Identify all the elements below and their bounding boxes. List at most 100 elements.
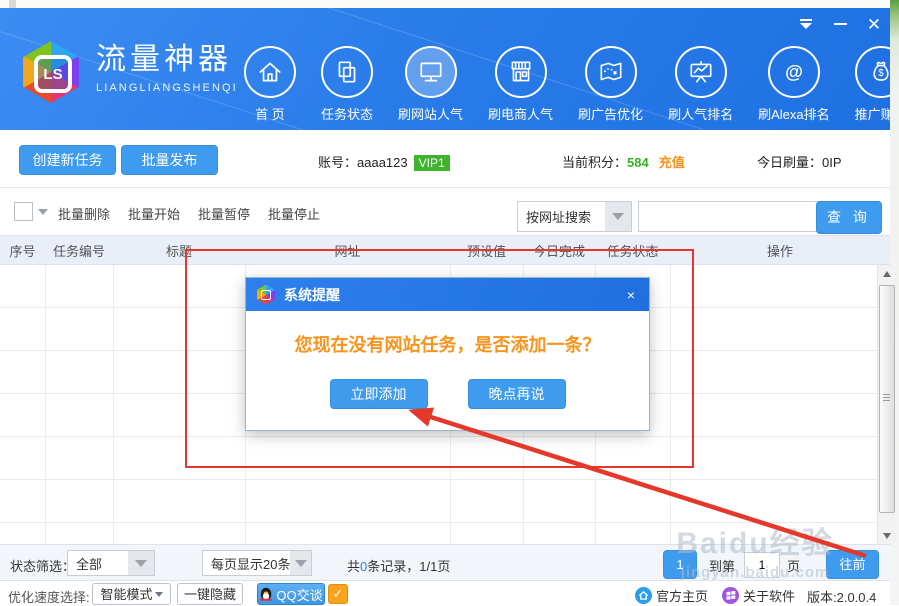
scrollbar-grip-icon — [883, 394, 890, 402]
alexa-at-icon: @ — [780, 58, 808, 86]
page-size-select[interactable]: 每页显示20条 — [202, 550, 312, 576]
chevron-down-icon — [128, 551, 154, 575]
dialog-title: 系统提醒 — [284, 285, 340, 305]
column-header-actions[interactable]: 操作 — [670, 241, 890, 260]
minimize-button[interactable] — [828, 14, 852, 34]
nav-item-ad-optimize[interactable]: 刷广告优化 — [578, 46, 643, 123]
ecommerce-icon — [507, 58, 535, 86]
scroll-up-arrow[interactable] — [878, 265, 896, 282]
logo-hexagon-icon: LS — [20, 41, 82, 103]
account-info: 账号：aaaa123VIP1 — [318, 152, 450, 171]
about-software-link[interactable]: 关于软件 — [722, 586, 795, 605]
website-traffic-icon — [417, 58, 445, 86]
points-label: 当前积分： — [562, 155, 627, 170]
column-header-today-done[interactable]: 今日完成 — [523, 241, 595, 260]
skin-menu-icon — [800, 19, 812, 29]
batch-action-bar: 批量删除 批量开始 批量暂停 批量停止 按网址搜索 查 询 — [0, 188, 890, 235]
chevron-down-icon — [290, 551, 311, 575]
speed-mode-button[interactable]: 智能模式 — [92, 583, 171, 605]
svg-text:@: @ — [785, 61, 803, 82]
points-value: 584 — [627, 155, 649, 170]
rank-chart-icon — [687, 58, 715, 86]
nav-item-website-traffic[interactable]: 刷网站人气 — [398, 46, 463, 123]
version-text: 版本:2.0.0.4 — [807, 587, 876, 606]
column-header-task-state[interactable]: 任务状态 — [595, 241, 670, 260]
scrollbar-thumb[interactable] — [879, 285, 895, 513]
toolbar-row: 创建新任务 批量发布 账号：aaaa123VIP1 当前积分：584 充值 今日刷… — [0, 130, 890, 188]
column-header-title[interactable]: 标题 — [113, 241, 245, 260]
desktop-strip-top — [0, 0, 899, 8]
nav-item-task-status[interactable]: 任务状态 — [321, 46, 373, 123]
windows-flag-icon — [722, 587, 739, 604]
app-subtitle: LIANGLIANGSHENQI — [96, 82, 238, 94]
points-info: 当前积分：584 充值 — [562, 152, 685, 171]
column-header-preset[interactable]: 预设值 — [450, 241, 523, 260]
nav-item-alexa-rank[interactable]: @ 刷Alexa排名 — [758, 46, 830, 123]
desktop-window-fragment — [9, 0, 16, 8]
batch-publish-button[interactable]: 批量发布 — [121, 145, 218, 175]
dialog-title-bar: 系统提醒 × — [246, 278, 649, 311]
footer-bar: 优化速度选择: 智能模式 一键隐藏 QQ交谈 ✓ 官方主页 关于软件 版本:2.… — [0, 580, 890, 606]
today-value: 0IP — [822, 155, 842, 170]
qq-penguin-icon — [259, 587, 273, 602]
recharge-link[interactable]: 充值 — [659, 155, 685, 170]
query-button[interactable]: 查 询 — [816, 201, 882, 234]
close-icon: ✕ — [867, 16, 881, 33]
status-filter-value: 全部 — [68, 554, 128, 573]
today-volume-info: 今日刷量：0IP — [757, 152, 842, 171]
search-input[interactable] — [638, 201, 822, 232]
page-size-value: 每页显示20条 — [203, 554, 290, 573]
speed-select-label: 优化速度选择: — [8, 587, 90, 606]
create-task-button[interactable]: 创建新任务 — [19, 145, 116, 175]
ad-optimize-icon — [597, 58, 625, 86]
nav-item-rank-chart[interactable]: 刷人气排名 — [668, 46, 733, 123]
filter-label: 状态筛选： — [10, 556, 75, 575]
column-header-task-id[interactable]: 任务编号 — [45, 241, 113, 260]
column-header-index[interactable]: 序号 — [0, 241, 45, 260]
dialog-close-icon[interactable]: × — [623, 287, 639, 303]
batch-stop-link[interactable]: 批量停止 — [268, 204, 320, 223]
status-filter-select[interactable]: 全部 — [67, 550, 155, 576]
nav-item-ecommerce[interactable]: 刷电商人气 — [488, 46, 553, 123]
batch-start-link[interactable]: 批量开始 — [128, 204, 180, 223]
column-header-url[interactable]: 网址 — [245, 241, 450, 260]
goto-page-suffix: 页 — [787, 556, 800, 575]
dialog-body: 您现在没有网站任务，是否添加一条？ 立即添加 晚点再说 — [246, 311, 649, 429]
nav-item-home[interactable]: 首 页 — [244, 46, 296, 123]
nav-item-promote-earn[interactable]: $ 推广赚钱 — [855, 46, 890, 123]
status-bar: 状态筛选： 全部 每页显示20条 共0条记录，1/1页 1 到第 页 往前 — [0, 544, 890, 580]
goto-page-input[interactable] — [744, 552, 780, 578]
vip-badge: VIP1 — [414, 155, 450, 171]
goto-page-label: 到第 — [709, 556, 735, 575]
money-bag-icon: $ — [867, 58, 890, 86]
qq-chat-button[interactable]: QQ交谈 — [257, 583, 325, 605]
go-page-button[interactable]: 往前 — [826, 550, 879, 579]
dialog-logo-icon — [256, 285, 276, 305]
scroll-down-arrow[interactable] — [878, 527, 896, 544]
later-button[interactable]: 晚点再说 — [468, 379, 566, 409]
select-all-control — [14, 202, 48, 221]
account-label: 账号： — [318, 155, 357, 170]
batch-pause-link[interactable]: 批量暂停 — [198, 204, 250, 223]
one-key-hide-button[interactable]: 一键隐藏 — [177, 583, 243, 605]
task-status-icon — [333, 58, 361, 86]
records-summary: 共0条记录，1/1页 — [347, 556, 450, 575]
close-button[interactable]: ✕ — [862, 14, 886, 34]
minimize-icon — [834, 23, 847, 25]
system-reminder-dialog: 系统提醒 × 您现在没有网站任务，是否添加一条？ 立即添加 晚点再说 — [245, 277, 650, 431]
add-now-button[interactable]: 立即添加 — [330, 379, 428, 409]
select-all-checkbox[interactable] — [14, 202, 33, 221]
batch-delete-link[interactable]: 批量删除 — [58, 204, 110, 223]
chevron-down-icon — [605, 202, 631, 231]
dialog-message: 您现在没有网站任务，是否添加一条？ — [295, 331, 601, 357]
app-window: ✕ LS 流量神器 LIANGLIANGSHENQI 首 页 任务状态 — [0, 8, 890, 605]
vertical-scrollbar[interactable] — [877, 265, 895, 544]
current-page-button[interactable]: 1 — [663, 550, 697, 579]
home-icon — [256, 58, 284, 86]
select-dropdown-arrow-icon[interactable] — [38, 209, 48, 215]
official-home-link[interactable]: 官方主页 — [635, 586, 708, 605]
app-header: ✕ LS 流量神器 LIANGLIANGSHENQI 首 页 任务状态 — [0, 8, 890, 130]
skin-menu-button[interactable] — [794, 14, 818, 34]
batch-links: 批量删除 批量开始 批量暂停 批量停止 — [58, 204, 320, 223]
search-mode-select[interactable]: 按网址搜索 — [517, 201, 632, 232]
